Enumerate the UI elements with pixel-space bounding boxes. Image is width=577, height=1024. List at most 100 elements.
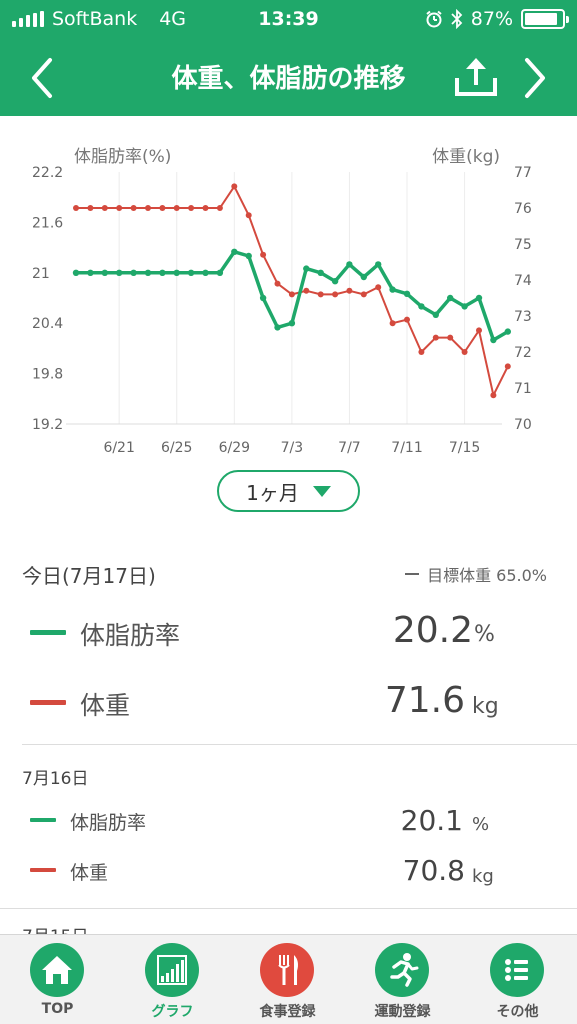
body-fat-point bbox=[331, 278, 339, 285]
body-fat-point bbox=[87, 269, 94, 276]
left-axis-label: 体脂肪率(%) bbox=[74, 147, 171, 167]
left-tick-label: 19.2 bbox=[32, 417, 63, 433]
today-weight-value: 71.6 bbox=[384, 680, 465, 721]
dropdown-triangle-icon bbox=[312, 485, 331, 497]
target-dash-icon bbox=[405, 573, 420, 575]
tab-label: TOP bbox=[41, 1001, 74, 1017]
right-tick-label: 72 bbox=[514, 345, 532, 361]
weight-point bbox=[145, 205, 151, 211]
body-fat-point bbox=[490, 336, 497, 344]
body-fat-point bbox=[159, 269, 166, 276]
body-fat-point bbox=[303, 265, 310, 272]
chart-svg: 体脂肪率(%) 体重(kg) 22.2 21.6 21 20.4 19.8 19.2 77 7… bbox=[32, 147, 532, 456]
tab-top[interactable]: TOP bbox=[0, 935, 115, 1024]
share-upload-icon bbox=[455, 58, 497, 96]
running-person-icon bbox=[390, 953, 419, 987]
status-right: 87% bbox=[425, 8, 569, 30]
body-fat-point bbox=[173, 269, 180, 276]
weight-point bbox=[375, 284, 382, 291]
left-tick-label: 19.8 bbox=[32, 367, 63, 383]
body-fat-point bbox=[360, 273, 367, 281]
chevron-right-icon bbox=[525, 58, 545, 98]
left-tick-label: 21 bbox=[32, 266, 50, 282]
today-bodyfat-row: 体脂肪率 20.2 % bbox=[0, 610, 577, 660]
weight-point bbox=[461, 349, 468, 355]
body-fat-point bbox=[72, 269, 80, 276]
body-fat-point bbox=[389, 286, 396, 293]
target-weight-label: 目標体重 65.0% bbox=[427, 566, 547, 585]
today-bodyfat-value: 20.2 bbox=[392, 610, 473, 651]
body-fat-point bbox=[216, 269, 224, 276]
weight-point bbox=[432, 334, 439, 341]
list-icon bbox=[505, 959, 528, 981]
prev-bodyfat-unit: % bbox=[472, 814, 490, 835]
tab-graph[interactable]: グラフ bbox=[115, 935, 230, 1024]
body-fat-point bbox=[288, 320, 296, 327]
right-tick-label: 75 bbox=[514, 237, 532, 253]
weight-point bbox=[360, 291, 367, 298]
tab-bar: TOP グラフ 食事登録 運動登録 その他 bbox=[0, 934, 577, 1024]
body-fat-point bbox=[475, 294, 483, 302]
prev-bodyfat-value: 20.1 bbox=[400, 804, 463, 837]
bar-chart-icon bbox=[157, 955, 187, 985]
right-tick-label: 73 bbox=[514, 309, 532, 325]
weight-point bbox=[188, 205, 195, 211]
weight-point bbox=[216, 205, 223, 211]
body-fat-point bbox=[274, 324, 281, 331]
right-tick-label: 70 bbox=[514, 417, 532, 433]
tab-exercise[interactable]: 運動登録 bbox=[345, 935, 460, 1024]
body-fat-point bbox=[346, 261, 353, 268]
target-weight: 目標体重 65.0% bbox=[405, 562, 547, 586]
range-selector-button[interactable]: 1ヶ月 bbox=[217, 470, 360, 512]
weight-point bbox=[245, 212, 252, 219]
left-tick-label: 22.2 bbox=[32, 165, 63, 181]
left-tick-label: 21.6 bbox=[32, 215, 63, 231]
prev-bodyfat-row: 体脂肪率 20.1 % bbox=[0, 804, 577, 840]
weight-point bbox=[346, 287, 353, 294]
tab-meal[interactable]: 食事登録 bbox=[230, 935, 345, 1024]
battery-icon bbox=[521, 9, 569, 29]
body-fat-point bbox=[144, 269, 152, 276]
weight-point bbox=[490, 392, 497, 399]
share-button[interactable] bbox=[453, 54, 499, 100]
weight-point bbox=[303, 287, 310, 294]
prev-weight-label: 体重 bbox=[70, 862, 109, 884]
today-bodyfat-unit: % bbox=[474, 622, 495, 647]
body-fat-point bbox=[403, 290, 411, 297]
weight-point bbox=[116, 205, 123, 211]
body-fat-point bbox=[202, 269, 209, 276]
body-fat-point bbox=[317, 269, 324, 276]
x-tick-label: 7/15 bbox=[449, 440, 480, 456]
weight-point bbox=[87, 205, 94, 211]
body-fat-point bbox=[187, 269, 195, 276]
right-tick-label: 76 bbox=[514, 201, 532, 217]
bodyfat-legend-swatch bbox=[30, 818, 56, 822]
tab-other[interactable]: その他 bbox=[460, 935, 575, 1024]
divider bbox=[22, 744, 577, 745]
body-fat-point bbox=[504, 328, 511, 335]
today-weight-unit: kg bbox=[472, 694, 499, 719]
tab-label: 運動登録 bbox=[374, 1004, 431, 1020]
tab-label: 食事登録 bbox=[259, 1004, 316, 1020]
weight-legend-swatch bbox=[30, 700, 66, 705]
divider bbox=[0, 908, 577, 909]
header: 体重、体脂肪の推移 bbox=[0, 40, 577, 116]
next-button[interactable] bbox=[507, 50, 557, 106]
battery-percent: 87% bbox=[470, 8, 513, 30]
alarm-icon bbox=[426, 10, 442, 28]
weight-bodyfat-chart: 体脂肪率(%) 体重(kg) 22.2 21.6 21 20.4 19.8 19.2 77 7… bbox=[0, 116, 577, 460]
weight-point bbox=[73, 205, 79, 211]
today-weight-label: 体重 bbox=[80, 691, 131, 720]
body-fat-point bbox=[418, 303, 425, 310]
weight-point bbox=[159, 205, 166, 211]
right-tick-label: 71 bbox=[514, 381, 532, 397]
body-fat-point bbox=[259, 294, 267, 302]
x-tick-label: 7/11 bbox=[391, 440, 422, 456]
right-tick-label: 74 bbox=[514, 273, 532, 289]
weight-point bbox=[202, 205, 209, 211]
prev-day-date: 7月16日 bbox=[22, 769, 89, 789]
prev-bodyfat-label: 体脂肪率 bbox=[70, 812, 147, 834]
weight-point bbox=[274, 280, 281, 287]
prev-weight-value: 70.8 bbox=[402, 854, 465, 887]
status-bar: SoftBank 4G 13:39 87% bbox=[0, 0, 577, 40]
